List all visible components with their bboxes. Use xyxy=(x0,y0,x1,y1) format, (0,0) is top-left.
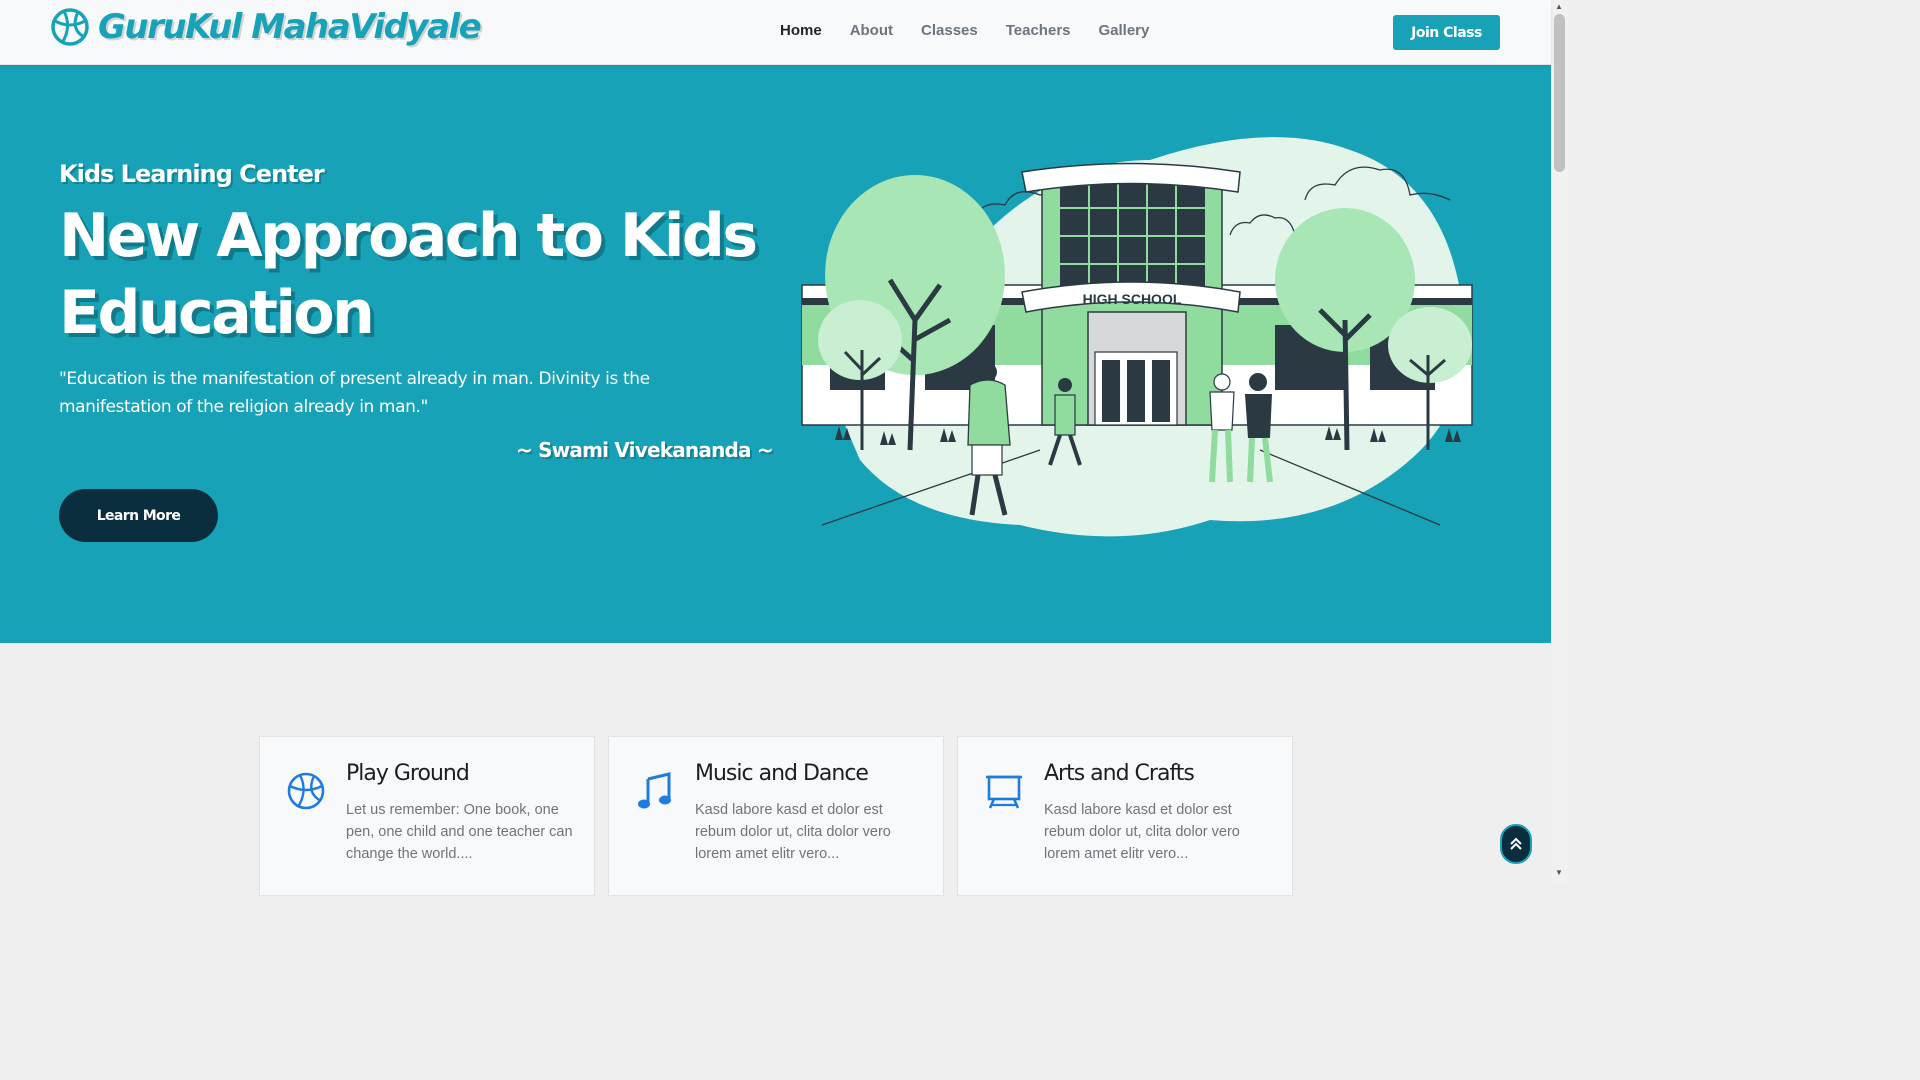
easel-icon xyxy=(986,775,1022,809)
feature-card-arts: Arts and Crafts Kasd labore kasd et dolo… xyxy=(957,736,1293,896)
brand-logo[interactable]: GuruKul MahaVidyale xyxy=(50,7,482,47)
nav-about[interactable]: About xyxy=(836,22,907,39)
card-title: Music and Dance xyxy=(695,761,869,786)
card-title: Arts and Crafts xyxy=(1044,761,1195,786)
high-school-sign: HIGH SCHOOL xyxy=(1083,291,1182,307)
card-text: Kasd labore kasd et dolor est rebum dolo… xyxy=(695,802,891,862)
feature-card-playground: Play Ground Let us remember: One book, o… xyxy=(259,736,595,896)
nav-classes[interactable]: Classes xyxy=(907,22,992,39)
scrollbar-thumb[interactable] xyxy=(1554,14,1565,172)
nav-gallery[interactable]: Gallery xyxy=(1085,22,1164,39)
double-chevron-up-icon xyxy=(1510,837,1522,850)
navbar: GuruKul MahaVidyale Home About Classes T… xyxy=(0,0,1551,65)
nav-menu: Home About Classes Teachers Gallery xyxy=(766,22,1163,39)
school-illustration: HIGH SCHOOL xyxy=(801,137,1473,537)
nav-home[interactable]: Home xyxy=(766,22,836,39)
nav-teachers[interactable]: Teachers xyxy=(992,22,1085,39)
back-to-top-button[interactable] xyxy=(1500,824,1532,864)
feature-card-music: Music and Dance Kasd labore kasd et dolo… xyxy=(608,736,944,896)
brand-name: GuruKul MahaVidyale xyxy=(98,7,482,47)
card-text: Kasd labore kasd et dolor est rebum dolo… xyxy=(1044,802,1240,862)
hero-title: New Approach to Kids Education xyxy=(59,201,758,348)
scroll-up-arrow-icon[interactable]: ▲ xyxy=(1555,2,1563,11)
card-title: Play Ground xyxy=(346,761,470,786)
scroll-down-arrow-icon[interactable]: ▼ xyxy=(1555,868,1563,877)
join-class-button[interactable]: Join Class xyxy=(1393,15,1500,50)
vertical-scrollbar[interactable]: ▲ ▼ xyxy=(1551,0,1568,882)
basketball-icon xyxy=(287,772,325,810)
hero-section: Kids Learning Center New Approach to Kid… xyxy=(0,65,1551,643)
learn-more-button[interactable]: Learn More xyxy=(59,489,218,542)
hero-quote: "Education is the manifestation of prese… xyxy=(59,369,650,417)
music-note-icon xyxy=(638,772,671,809)
quote-author: ~ Swami Vivekananda ~ xyxy=(516,438,774,462)
basketball-icon xyxy=(51,8,89,46)
card-text: Let us remember: One book, one pen, one … xyxy=(346,802,573,862)
hero-subtitle: Kids Learning Center xyxy=(59,160,325,188)
